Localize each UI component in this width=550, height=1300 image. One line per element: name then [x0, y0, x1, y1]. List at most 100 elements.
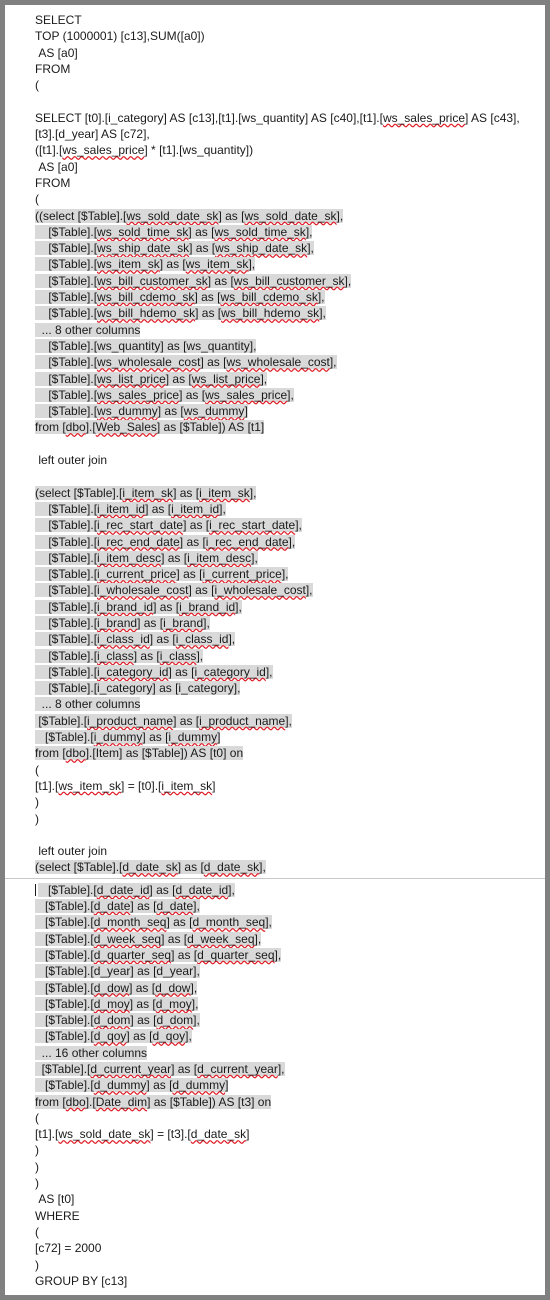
code-line[interactable]: ((select [$Table].[ws_sold_date_sk] as [… — [5, 208, 545, 224]
code-line[interactable]: from [dbo].[Web_Sales] as [$Table]) AS [… — [5, 419, 545, 435]
code-line[interactable]: from [dbo].[Item] as [$Table]) AS [t0] o… — [5, 745, 545, 761]
code-line[interactable]: [$Table].[ws_sales_price] as [ws_sales_p… — [5, 387, 545, 403]
code-line[interactable]: [$Table].[d_dow] as [d_dow], — [5, 980, 545, 996]
code-line[interactable]: [$Table].[i_rec_end_date] as [i_rec_end_… — [5, 534, 545, 550]
code-line[interactable]: [$Table].[d_current_year] as [d_current_… — [5, 1061, 545, 1077]
selected-text-run: [$Table].[i_category] as [i_category], — [35, 681, 241, 696]
selected-text-run: [$Table].[d_moy] as [d_moy], — [35, 996, 199, 1011]
code-line[interactable]: [$Table].[ws_bill_cdemo_sk] as [ws_bill_… — [5, 289, 545, 305]
code-line[interactable]: [$Table].[d_quarter_seq] as [d_quarter_s… — [5, 947, 545, 963]
code-line[interactable]: [$Table].[d_year] as [d_year], — [5, 963, 545, 979]
code-line[interactable]: ... 8 other columns — [5, 322, 545, 338]
spellcheck-underline: i_rec_end_date — [205, 534, 289, 549]
code-line[interactable]: [$Table].[i_brand_id] as [i_brand_id], — [5, 599, 545, 615]
code-line[interactable]: AS [t0] — [5, 1191, 545, 1207]
spellcheck-underline: ws_list_price — [191, 371, 261, 386]
code-line[interactable]: SELECT — [5, 12, 545, 28]
code-line[interactable]: TOP (1000001) [c13],SUM([a0]) — [5, 28, 545, 44]
code-line[interactable]: SELECT [t0].[i_category] AS [c13],[t1].[… — [5, 110, 545, 143]
code-line[interactable]: GROUP BY [c13] — [5, 1273, 545, 1289]
code-line[interactable]: left outer join — [5, 843, 545, 859]
spellcheck-underline: d_month_seq — [192, 915, 266, 930]
spellcheck-underline: ws_ship_date_sk — [215, 241, 308, 256]
code-line[interactable]: ( — [5, 77, 545, 93]
code-line[interactable]: [$Table].[d_dom] as [d_dom], — [5, 1012, 545, 1028]
code-line[interactable]: [$Table].[ws_item_sk] as [ws_item_sk], — [5, 256, 545, 272]
code-line[interactable]: [$Table].[i_wholesale_cost] as [i_wholes… — [5, 582, 545, 598]
code-line[interactable]: [$Table].[i_product_name] as [i_product_… — [5, 713, 545, 729]
code-line[interactable]: WHERE — [5, 1208, 545, 1224]
code-line[interactable]: [$Table].[i_brand] as [i_brand], — [5, 615, 545, 631]
text-caret — [35, 883, 36, 896]
code-line[interactable]: left outer join — [5, 452, 545, 468]
code-line[interactable]: ) — [5, 1142, 545, 1158]
code-line[interactable]: [$Table].[d_moy] as [d_moy], — [5, 996, 545, 1012]
selected-text-run: [$Table].[ws_item_sk] as [ws_item_sk], — [35, 257, 256, 272]
code-line[interactable]: [$Table].[d_dummy] as [d_dummy] — [5, 1077, 545, 1093]
code-line[interactable]: AS [a0] — [5, 45, 545, 61]
code-line[interactable]: from [dbo].[Date_dim] as [$Table]) AS [t… — [5, 1094, 545, 1110]
code-line[interactable]: ... 8 other columns — [5, 696, 545, 712]
spellcheck-underline: ws_wholesale_cost — [97, 355, 201, 370]
code-line[interactable]: ) — [5, 1257, 545, 1273]
code-line[interactable]: ) — [5, 811, 545, 827]
code-line[interactable]: ( — [5, 1224, 545, 1240]
spellcheck-underline: ws_bill_cdemo_sk — [97, 290, 195, 305]
selected-text-run: [$Table].[d_dom] as [d_dom], — [35, 1013, 200, 1028]
code-line[interactable] — [5, 827, 545, 843]
code-line[interactable] — [5, 468, 545, 484]
code-line[interactable]: [$Table].[i_current_price] as [i_current… — [5, 566, 545, 582]
code-line[interactable]: ) — [5, 1175, 545, 1191]
code-line[interactable]: ... 16 other columns — [5, 1045, 545, 1061]
spellcheck-underline: d_dom — [93, 1013, 131, 1028]
spellcheck-underline: ws_sales_price — [205, 387, 288, 402]
code-line[interactable]: ( — [5, 1110, 545, 1126]
spellcheck-underline: ws_item_sk — [185, 257, 249, 272]
code-line[interactable]: ([t1].[ws_sales_price] * [t1].[ws_quanti… — [5, 142, 545, 158]
code-line[interactable]: FROM — [5, 61, 545, 77]
selected-text-run: [$Table].[i_class] as [i_class], — [35, 648, 204, 663]
code-line[interactable]: [$Table].[d_qoy] as [d_qoy], — [5, 1028, 545, 1044]
code-line[interactable]: [$Table].[d_date] as [d_date], — [5, 898, 545, 914]
spellcheck-underline: i_rec_start_date — [97, 518, 184, 533]
code-line[interactable]: (select [$Table].[d_date_sk] as [d_date_… — [5, 859, 545, 875]
selected-text-run: [$Table].[d_qoy] as [d_qoy], — [35, 1029, 192, 1044]
code-line[interactable]: [$Table].[d_date_id] as [d_date_id], — [5, 882, 545, 898]
code-line[interactable]: ) — [5, 1159, 545, 1175]
code-line[interactable]: [$Table].[ws_list_price] as [ws_list_pri… — [5, 371, 545, 387]
query-text-window: SELECT TOP (1000001) [c13],SUM([a0]) AS [… — [0, 0, 550, 1300]
code-line[interactable]: [c72] = 2000 — [5, 1240, 545, 1256]
code-line[interactable]: [$Table].[i_item_desc] as [i_item_desc], — [5, 550, 545, 566]
spellcheck-underline: i_item_sk — [122, 485, 174, 500]
code-line[interactable]: [$Table].[ws_bill_hdemo_sk] as [ws_bill_… — [5, 305, 545, 321]
code-line[interactable]: (select [$Table].[i_item_sk] as [i_item_… — [5, 485, 545, 501]
code-line[interactable]: [$Table].[ws_dummy] as [ws_dummy] — [5, 403, 545, 419]
code-line[interactable]: [$Table].[i_dummy] as [i_dummy] — [5, 729, 545, 745]
code-line[interactable]: [$Table].[i_class] as [i_class], — [5, 648, 545, 664]
code-line[interactable]: ( — [5, 191, 545, 207]
code-line[interactable]: [$Table].[i_category_id] as [i_category_… — [5, 664, 545, 680]
code-line[interactable]: [$Table].[ws_sold_time_sk] as [ws_sold_t… — [5, 224, 545, 240]
code-line[interactable]: [$Table].[ws_ship_date_sk] as [ws_ship_d… — [5, 240, 545, 256]
code-line[interactable]: ( — [5, 762, 545, 778]
code-line[interactable]: FROM — [5, 175, 545, 191]
spellcheck-underline: i_class — [97, 648, 134, 663]
code-line[interactable] — [5, 436, 545, 452]
code-line[interactable]: [$Table].[i_category] as [i_category], — [5, 680, 545, 696]
code-line[interactable]: [$Table].[i_class_id] as [i_class_id], — [5, 631, 545, 647]
query-text-editor[interactable]: SELECT TOP (1000001) [c13],SUM([a0]) AS [… — [5, 5, 545, 1295]
code-line[interactable]: [$Table].[ws_quantity] as [ws_quantity], — [5, 338, 545, 354]
code-line[interactable]: [$Table].[ws_wholesale_cost] as [ws_whol… — [5, 354, 545, 370]
code-line[interactable]: AS [a0] — [5, 159, 545, 175]
selected-text-run: [$Table].[d_month_seq] as [d_month_seq], — [35, 915, 272, 930]
code-line[interactable]: [$Table].[i_item_id] as [i_item_id], — [5, 501, 545, 517]
code-line[interactable]: [$Table].[d_month_seq] as [d_month_seq], — [5, 914, 545, 930]
code-line[interactable]: [$Table].[d_week_seq] as [d_week_seq], — [5, 931, 545, 947]
code-line[interactable]: [$Table].[ws_bill_customer_sk] as [ws_bi… — [5, 273, 545, 289]
code-line[interactable] — [5, 93, 545, 109]
code-line[interactable]: [$Table].[i_rec_start_date] as [i_rec_st… — [5, 517, 545, 533]
code-line[interactable]: ) — [5, 794, 545, 810]
selected-text-run: [$Table].[d_week_seq] as [d_week_seq], — [35, 931, 262, 946]
code-line[interactable]: [t1].[ws_item_sk] = [t0].[i_item_sk] — [5, 778, 545, 794]
code-line[interactable]: [t1].[ws_sold_date_sk] = [t3].[d_date_sk… — [5, 1126, 545, 1142]
